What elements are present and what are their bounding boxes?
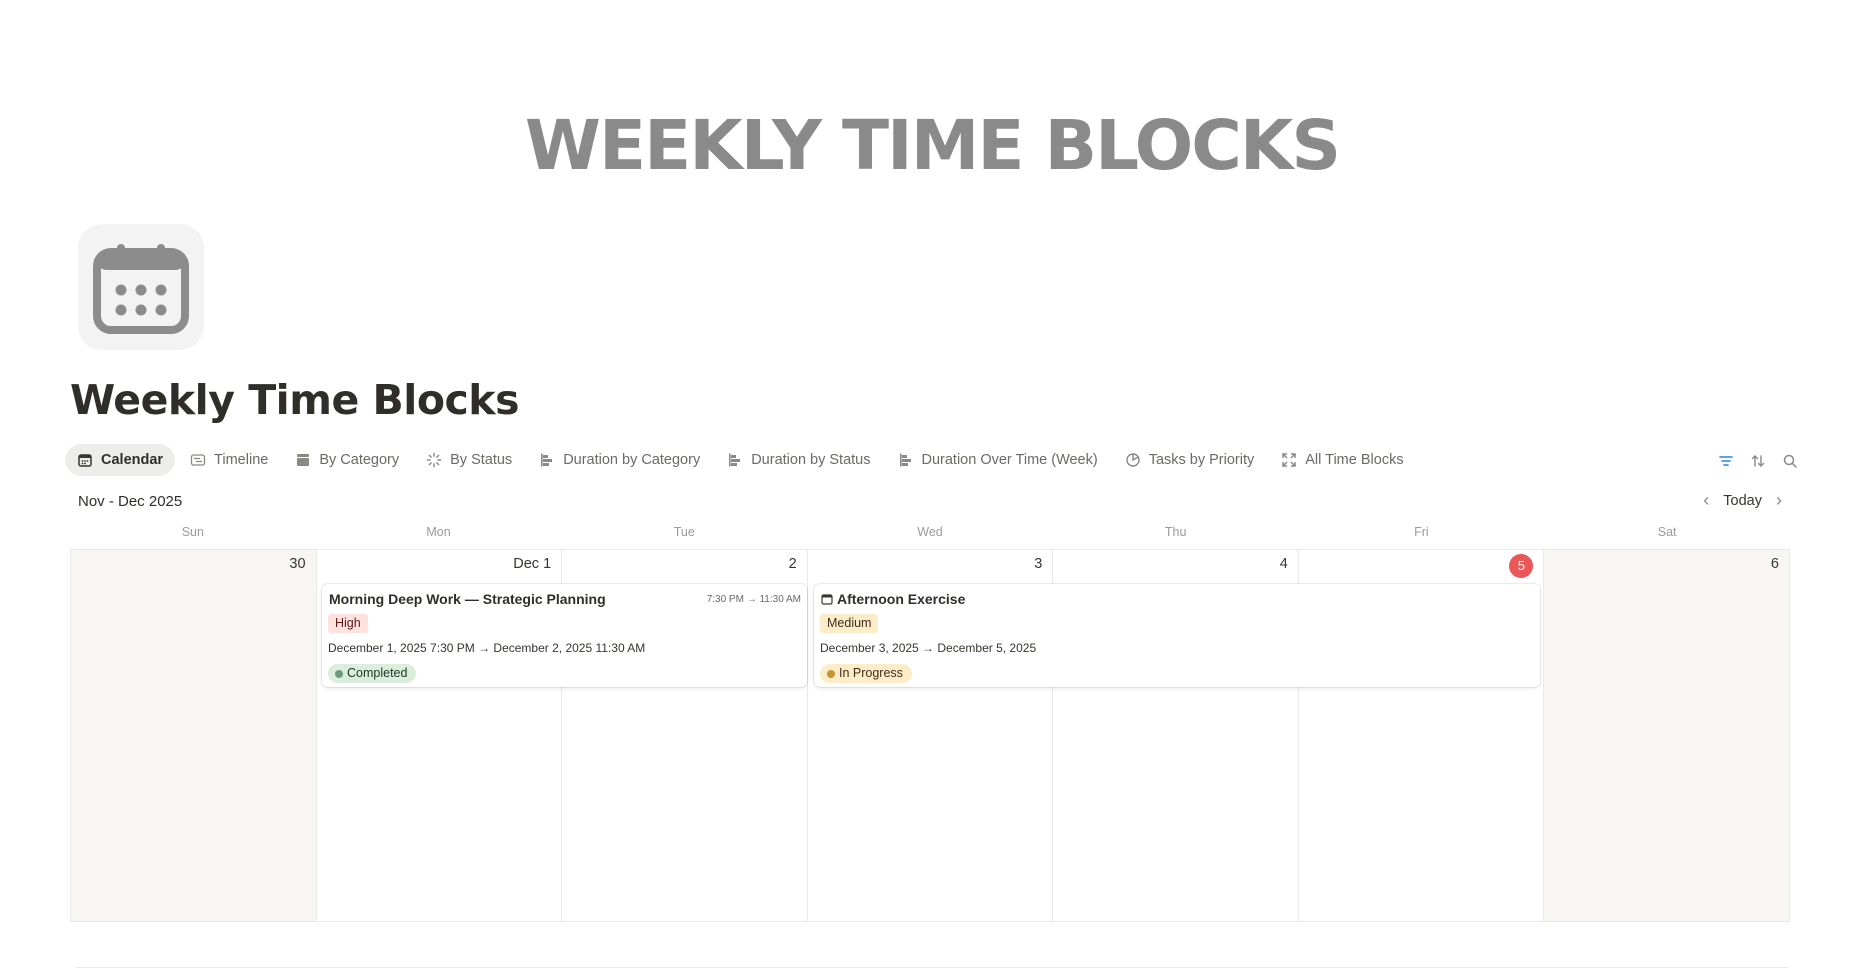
event-title: Morning Deep Work — Strategic Planning — [329, 591, 606, 607]
day-number: 3 — [1034, 556, 1043, 572]
day-number: 2 — [788, 556, 797, 572]
weekday-label: Sat — [1657, 525, 1677, 539]
chevron-right-icon[interactable]: › — [1776, 490, 1782, 511]
weekday-header: Sun Mon Tue Wed Thu Fri Sat — [70, 525, 1790, 543]
weekday-label: Thu — [1164, 525, 1187, 539]
tab-label: Calendar — [101, 452, 164, 468]
bar-chart-icon — [727, 452, 743, 468]
tab-label: By Status — [450, 452, 513, 468]
priority-tag: Medium — [820, 614, 879, 633]
weekday-label: Sun — [181, 525, 204, 539]
tab-by-category[interactable]: By Category — [283, 444, 411, 476]
bar-chart-icon — [898, 452, 914, 468]
event-card[interactable]: Morning Deep Work — Strategic Planning 7… — [322, 584, 807, 687]
calendar-icon — [821, 592, 833, 605]
calendar-icon — [93, 244, 189, 334]
tab-label: Duration by Category — [563, 452, 701, 468]
event-title: Afternoon Exercise — [837, 591, 966, 607]
chevron-left-icon[interactable]: ‹ — [1703, 490, 1709, 511]
bar-chart-icon — [539, 452, 555, 468]
status-label: Completed — [347, 666, 408, 680]
search-icon[interactable] — [1781, 452, 1799, 470]
view-tabs: Calendar Timeline By Category By Status … — [65, 444, 1419, 476]
today-day-number: 5 — [1509, 554, 1534, 578]
filter-icon[interactable] — [1717, 452, 1735, 470]
calendar-week-grid: 30 Dec 1 2 3 4 5 6 Morning Deep Work — S… — [70, 549, 1790, 922]
calendar-icon — [77, 452, 93, 468]
tab-label: Timeline — [214, 452, 269, 468]
weekday-label: Mon — [426, 525, 451, 539]
expand-icon — [1281, 452, 1297, 468]
tab-duration-by-status[interactable]: Duration by Status — [715, 444, 882, 476]
timeline-icon — [190, 452, 206, 468]
tab-label: All Time Blocks — [1305, 452, 1404, 468]
event-dates: December 1, 2025 7:30 PM → December 2, 2… — [328, 641, 646, 655]
divider — [76, 967, 1788, 968]
tab-by-status[interactable]: By Status — [414, 444, 524, 476]
tab-calendar[interactable]: Calendar — [65, 444, 176, 476]
cover-banner: WEEKLY TIME BLOCKS — [0, 0, 1864, 232]
calendar-header: Nov - Dec 2025 ‹ Today › — [70, 490, 1790, 514]
day-cell-sun[interactable]: 30 — [71, 550, 317, 921]
event-dates: December 3, 2025 → December 5, 2025 — [820, 641, 1037, 655]
view-toolbar — [1717, 452, 1799, 470]
page-title: Weekly Time Blocks — [70, 376, 519, 424]
tab-duration-over-time[interactable]: Duration Over Time (Week) — [886, 444, 1110, 476]
status-dot — [335, 670, 343, 678]
tab-all-time-blocks[interactable]: All Time Blocks — [1269, 444, 1415, 476]
tab-label: By Category — [319, 452, 400, 468]
today-button[interactable]: Today — [1723, 493, 1762, 509]
weekday-label: Wed — [917, 525, 943, 539]
status-badge: Completed — [328, 664, 417, 683]
tab-tasks-by-priority[interactable]: Tasks by Priority — [1113, 444, 1267, 476]
day-cell-sat[interactable]: 6 — [1544, 550, 1790, 921]
calendar-nav: ‹ Today › — [1703, 490, 1782, 511]
month-label: Nov - Dec 2025 — [78, 493, 183, 510]
banner-title: WEEKLY TIME BLOCKS — [524, 106, 1341, 186]
tab-timeline[interactable]: Timeline — [178, 444, 280, 476]
event-title-row: Afternoon Exercise — [821, 591, 965, 607]
tab-label: Tasks by Priority — [1148, 452, 1255, 468]
pie-chart-icon — [1125, 452, 1141, 468]
loader-icon — [426, 452, 442, 468]
board-icon — [295, 452, 311, 468]
day-number: 4 — [1279, 556, 1288, 572]
status-dot — [827, 670, 835, 678]
day-number: 6 — [1770, 556, 1779, 572]
status-label: In Progress — [839, 666, 903, 680]
event-time: 7:30 PM → 11:30 AM — [706, 594, 801, 605]
day-number: Dec 1 — [513, 556, 552, 572]
weekday-label: Fri — [1414, 525, 1429, 539]
status-badge: In Progress — [820, 664, 912, 683]
priority-tag: High — [328, 614, 368, 633]
event-card[interactable]: Afternoon Exercise Medium December 3, 20… — [814, 584, 1540, 687]
day-number: 30 — [289, 556, 306, 572]
page-icon[interactable] — [78, 224, 204, 350]
sort-icon[interactable] — [1749, 452, 1767, 470]
tab-label: Duration by Status — [751, 452, 871, 468]
tab-label: Duration Over Time (Week) — [921, 452, 1098, 468]
tab-duration-by-category[interactable]: Duration by Category — [527, 444, 712, 476]
weekday-label: Tue — [673, 525, 695, 539]
